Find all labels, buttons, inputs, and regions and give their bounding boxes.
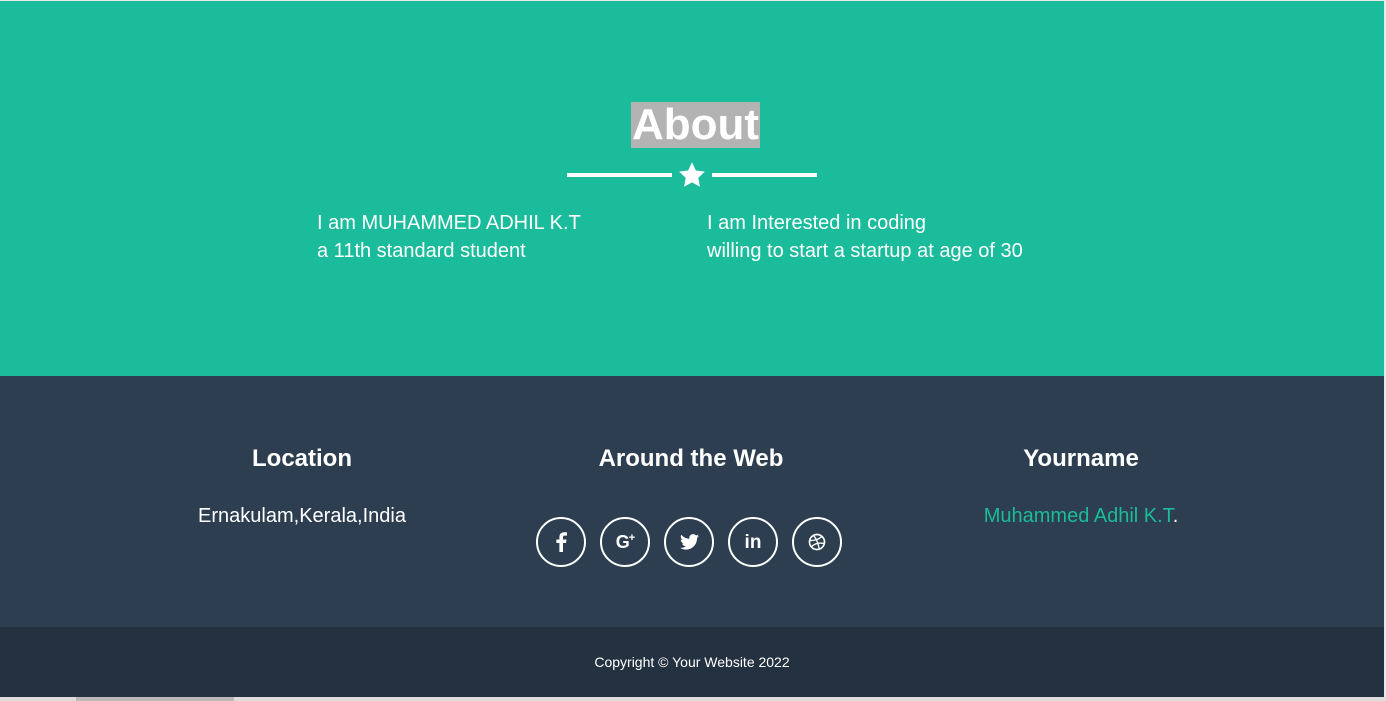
yourname-suffix: .: [1172, 505, 1179, 527]
google-plus-button[interactable]: G+: [600, 517, 650, 567]
dribbble-icon: [808, 533, 826, 551]
yourname-heading: Yourname: [1023, 445, 1139, 472]
about-right-line-2: willing to start a startup at age of 30: [707, 240, 1023, 262]
about-left-line-1: I am MUHAMMED ADHIL K.T: [317, 212, 581, 234]
about-left-line-2: a 11th standard student: [317, 240, 526, 262]
taskbar-item[interactable]: [76, 697, 234, 701]
location-heading: Location: [252, 445, 352, 472]
footer: Location Ernakulam,Kerala,India Around t…: [0, 376, 1384, 627]
twitter-button[interactable]: [664, 517, 714, 567]
title-divider: [567, 160, 817, 190]
about-text-right: I am Interested in coding willing to sta…: [707, 209, 1023, 265]
facebook-button[interactable]: [536, 517, 586, 567]
around-web-heading: Around the Web: [598, 445, 784, 472]
about-text-left: I am MUHAMMED ADHIL K.T a 11th standard …: [317, 209, 581, 265]
linkedin-button[interactable]: in: [728, 517, 778, 567]
social-links: G+ in: [536, 517, 842, 567]
copyright-bar: Copyright © Your Website 2022: [0, 627, 1384, 697]
google-plus-icon: G+: [615, 532, 636, 552]
about-section: About I am MUHAMMED ADHIL K.T a 11th sta…: [0, 0, 1384, 376]
location-text: Ernakulam,Kerala,India: [198, 505, 406, 527]
about-right-line-1: I am Interested in coding: [707, 212, 927, 234]
about-title: About: [631, 100, 761, 149]
dribbble-button[interactable]: [792, 517, 842, 567]
divider-line-left: [567, 173, 672, 177]
facebook-icon: [556, 532, 567, 552]
twitter-icon: [679, 534, 699, 550]
linkedin-icon: in: [744, 531, 762, 553]
taskbar-strip: [0, 697, 1386, 701]
yourname-link[interactable]: Muhammed Adhil K.T: [984, 505, 1173, 527]
copyright-text: Copyright © Your Website 2022: [594, 654, 790, 670]
yourname-text: Muhammed Adhil K.T.: [881, 503, 1281, 529]
divider-line-right: [712, 173, 817, 177]
star-icon: [679, 162, 705, 187]
